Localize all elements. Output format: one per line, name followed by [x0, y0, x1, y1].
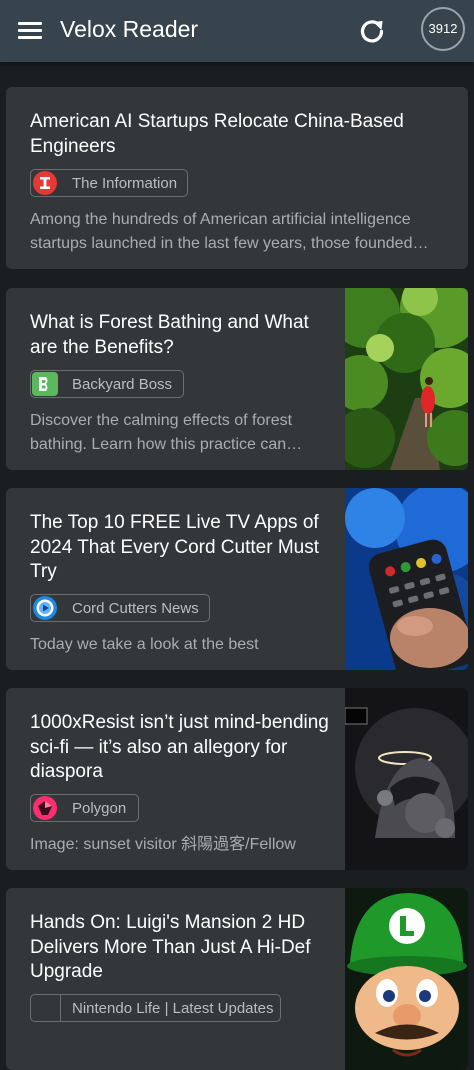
- source-name: Nintendo Life | Latest Updates: [72, 1000, 274, 1017]
- article-card[interactable]: Hands On: Luigi's Mansion 2 HD Delivers …: [6, 888, 468, 1070]
- source-name: Cord Cutters News: [72, 600, 199, 617]
- article-card[interactable]: 1000xResist isn’t just mind-bending sci-…: [6, 688, 468, 870]
- article-title: 1000xResist isn’t just mind-bending sci-…: [30, 712, 329, 782]
- source-chip: Nintendo Life | Latest Updates: [30, 994, 281, 1022]
- cord-cutters-logo-icon: [30, 594, 60, 622]
- information-logo-icon: [30, 169, 60, 197]
- article-title: American AI Startups Relocate China-Base…: [30, 111, 404, 157]
- article-card[interactable]: The Top 10 FREE Live TV Apps of 2024 Tha…: [6, 488, 468, 670]
- article-title: The Top 10 FREE Live TV Apps of 2024 Tha…: [30, 512, 319, 582]
- article-card[interactable]: American AI Startups Relocate China-Base…: [6, 87, 468, 269]
- nintendo-life-logo-icon: [30, 994, 61, 1022]
- article-snippet: startups launched in the last few years,…: [30, 235, 429, 252]
- source-name: Backyard Boss: [72, 376, 173, 393]
- article-snippet: Today we take a look at the best: [30, 636, 259, 653]
- source-chip: The Information: [30, 169, 188, 197]
- hamburger-menu-icon[interactable]: [18, 20, 42, 40]
- unread-count-badge[interactable]: 3912: [421, 7, 465, 51]
- source-chip: Cord Cutters News: [30, 594, 210, 622]
- article-snippet: bathing. Learn how this practice can…: [30, 436, 303, 453]
- article-snippet: Image: sunset visitor 斜陽過客/Fellow: [30, 836, 296, 853]
- article-card[interactable]: What is Forest Bathing and What are the …: [6, 288, 468, 470]
- luigi-thumbnail: [345, 888, 468, 1070]
- backyard-boss-logo-icon: [30, 370, 60, 398]
- app-title: Velox Reader: [60, 16, 199, 42]
- polygon-logo-icon: [30, 794, 60, 822]
- article-title: Hands On: Luigi's Mansion 2 HD Delivers …: [30, 912, 311, 982]
- source-name: The Information: [72, 175, 178, 192]
- article-snippet: Discover the calming effects of forest: [30, 412, 293, 429]
- article-title: What is Forest Bathing and What are the …: [30, 312, 309, 358]
- tv-remote-thumbnail: [345, 488, 468, 670]
- source-chip: Polygon: [30, 794, 139, 822]
- article-snippet: Among the hundreds of American artificia…: [30, 211, 411, 228]
- source-chip: Backyard Boss: [30, 370, 184, 398]
- app-bar: Velox Reader 3912: [0, 0, 474, 62]
- forest-thumbnail: [345, 288, 468, 470]
- sci-fi-helmet-thumbnail: [345, 688, 468, 870]
- source-name: Polygon: [72, 800, 127, 817]
- refresh-icon[interactable]: [357, 16, 387, 46]
